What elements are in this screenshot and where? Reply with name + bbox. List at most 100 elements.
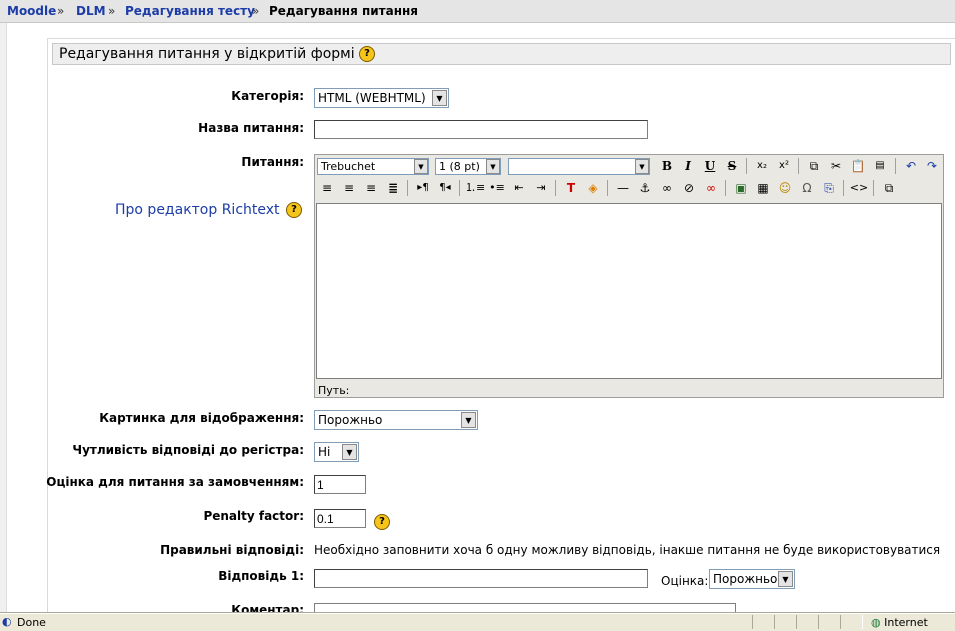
toolbar-divider [607, 180, 608, 196]
special-char-icon[interactable]: Ω [797, 178, 817, 198]
richtext-help: Про редактор Richtext [115, 202, 280, 218]
strikethrough-icon[interactable]: S [722, 156, 742, 176]
default-grade-label: Оцінка для питання за замовченням: [46, 475, 304, 489]
align-center-icon[interactable]: ≡ [339, 178, 359, 198]
chevron-down-icon[interactable]: ▼ [342, 444, 357, 460]
unlink-icon[interactable]: ⊘ [679, 178, 699, 198]
question-text-label: Питання: [241, 155, 304, 169]
category-select[interactable]: HTML (WEBHTML) ▼ [314, 88, 449, 108]
toolbar-divider [746, 158, 747, 174]
help-icon[interactable]: ? [359, 46, 376, 62]
bold-icon[interactable]: B [657, 156, 677, 176]
breadcrumb-link-edit-quiz[interactable]: Редагування тесту [125, 4, 255, 18]
statusbar-panel [796, 615, 819, 629]
text-color-icon[interactable]: T [561, 178, 581, 198]
case-sensitivity-select[interactable]: Hi ▼ [314, 442, 359, 462]
page-done-icon: ◐ [2, 615, 12, 628]
link-icon[interactable]: ∞ [657, 178, 677, 198]
toolbar-divider [407, 180, 408, 196]
font-size-select[interactable]: 1 (8 pt) ▼ [435, 158, 501, 175]
font-size-value: 1 (8 pt) [439, 160, 480, 173]
case-sensitivity-label: Чутливість відповіді до регістра: [72, 443, 304, 457]
toolbar-divider [798, 158, 799, 174]
hr-icon[interactable]: — [613, 178, 633, 198]
cut-icon[interactable]: ✂ [826, 156, 846, 176]
section-title: Редагування питання у відкритій формі ? [59, 46, 376, 62]
justify-icon[interactable]: ≣ [383, 178, 403, 198]
undo-icon[interactable]: ↶ [901, 156, 921, 176]
toolbar-divider [843, 180, 844, 196]
rtl-icon[interactable]: ¶◂ [435, 178, 455, 198]
help-icon[interactable]: ? [286, 202, 302, 218]
chevron-down-icon[interactable]: ▼ [432, 90, 447, 106]
copy-icon[interactable]: ⧉ [804, 156, 824, 176]
section-title-text: Редагування питання у відкритій формі [59, 46, 355, 62]
underline-icon[interactable]: U [700, 156, 720, 176]
ordered-list-icon[interactable]: ⒈≡ [465, 178, 485, 198]
paragraph-style-select[interactable]: ▼ [508, 158, 650, 175]
chevron-down-icon[interactable]: ▼ [461, 412, 476, 428]
zone-text: Internet [884, 616, 928, 629]
unordered-list-icon[interactable]: •≡ [487, 178, 507, 198]
font-value: Trebuchet [321, 160, 376, 173]
bg-color-icon[interactable]: ◈ [583, 178, 603, 198]
statusbar-panel [774, 615, 797, 629]
answer1-input[interactable] [314, 569, 648, 588]
correct-answers-note: Необхідно заповнити хоча б одну можливу … [314, 543, 941, 557]
question-name-input[interactable] [314, 120, 648, 139]
chevron-down-icon[interactable]: ▼ [486, 159, 500, 174]
toolbar-divider [725, 180, 726, 196]
chevron-down-icon[interactable]: ▼ [778, 571, 793, 587]
table-icon[interactable]: ▦ [753, 178, 773, 198]
indent-icon[interactable]: ⇥ [531, 178, 551, 198]
chevron-down-icon[interactable]: ▼ [414, 159, 428, 174]
answer1-label: Відповідь 1: [218, 569, 304, 583]
toolbar-divider [895, 158, 896, 174]
image-label: Картинка для відображення: [99, 411, 304, 425]
toolbar-divider [555, 180, 556, 196]
breadcrumb: Moodle » DLM » Редагування тесту » Редаг… [0, 0, 955, 23]
html-source-icon[interactable]: <> [849, 178, 869, 198]
help-icon[interactable]: ? [374, 514, 390, 530]
breadcrumb-separator: » [57, 4, 65, 18]
search-replace-icon[interactable]: ⎘ [819, 178, 839, 198]
font-select[interactable]: Trebuchet ▼ [317, 158, 429, 175]
category-label: Категорія: [231, 89, 304, 103]
status-text: Done [17, 616, 46, 629]
breadcrumb-link-moodle[interactable]: Moodle [7, 4, 56, 18]
richtext-help-link[interactable]: Про редактор Richtext [115, 202, 280, 218]
statusbar-panel [752, 615, 775, 629]
paste-word-icon[interactable]: ▤ [870, 156, 890, 176]
redo-icon[interactable]: ↷ [922, 156, 942, 176]
align-right-icon[interactable]: ≡ [361, 178, 381, 198]
breadcrumb-separator: » [108, 4, 116, 18]
smiley-icon[interactable]: ☺ [775, 178, 795, 198]
image-select[interactable]: Порожньо ▼ [314, 410, 478, 430]
statusbar-panel [818, 615, 841, 629]
anchor-icon[interactable]: ⚓ [635, 178, 655, 198]
breadcrumb-separator: » [252, 4, 260, 18]
outdent-icon[interactable]: ⇤ [509, 178, 529, 198]
italic-icon[interactable]: I [678, 156, 698, 176]
penalty-input[interactable] [314, 509, 366, 528]
security-zone: ◍ Internet [871, 616, 928, 629]
image-icon[interactable]: ▣ [731, 178, 751, 198]
ltr-icon[interactable]: ▸¶ [413, 178, 433, 198]
default-grade-input[interactable] [314, 475, 366, 494]
answer1-grade-select[interactable]: Порожньо ▼ [709, 569, 795, 589]
superscript-icon[interactable]: x² [774, 156, 794, 176]
section-header: Редагування питання у відкритій формі ? [52, 43, 951, 65]
subscript-icon[interactable]: x₂ [752, 156, 772, 176]
fullscreen-icon[interactable]: ⧉ [879, 178, 899, 198]
nolink-icon[interactable]: ∞ [701, 178, 721, 198]
paste-icon[interactable]: 📋 [848, 156, 868, 176]
question-name-label: Назва питання: [198, 121, 304, 135]
chevron-down-icon[interactable]: ▼ [635, 159, 649, 174]
align-left-icon[interactable]: ≡ [317, 178, 337, 198]
breadcrumb-link-dlm[interactable]: DLM [76, 4, 106, 18]
toolbar-divider [873, 180, 874, 196]
breadcrumb-current: Редагування питання [269, 4, 419, 18]
globe-icon: ◍ [871, 616, 881, 629]
answer1-grade-label: Оцінка: [661, 574, 709, 588]
editor-content-area[interactable] [316, 203, 942, 379]
